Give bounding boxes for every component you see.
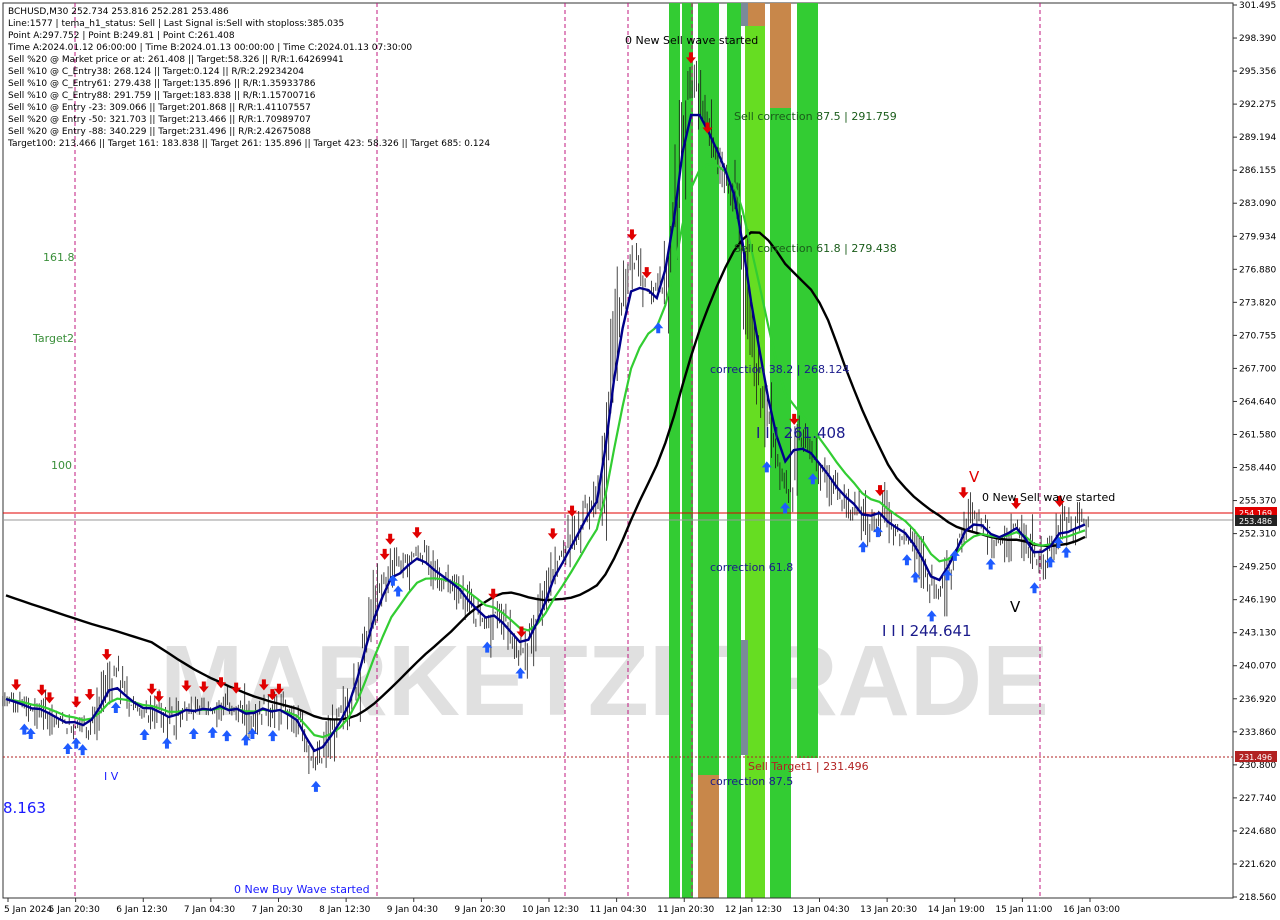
new-sell-wave-right: 0 New Sell wave started — [982, 491, 1115, 504]
info-line-10: Sell %20 @ Entry -88: 340.229 || Target:… — [8, 127, 311, 137]
y-tick-label: 224.680 — [1239, 827, 1276, 837]
y-tick-label: 276.880 — [1239, 265, 1276, 275]
x-tick-label: 13 Jan 20:30 — [860, 905, 917, 915]
symbol-line: BCHUSD,M30 252.734 253.816 252.281 253.4… — [8, 7, 229, 17]
info-line-9: Sell %20 @ Entry -50: 321.703 || Target:… — [8, 115, 311, 125]
x-tick-label: 9 Jan 20:30 — [454, 905, 506, 915]
y-tick-label: 295.356 — [1239, 67, 1276, 77]
x-tick-label: 12 Jan 12:30 — [725, 905, 782, 915]
grey-block-2 — [741, 640, 748, 755]
sell-correction-618: Sell correction 61.8 | 279.438 — [734, 242, 897, 255]
brown-block-3 — [698, 775, 719, 898]
y-tick-label: 233.860 — [1239, 728, 1276, 738]
y-tick-label: 221.620 — [1239, 860, 1276, 870]
x-tick-label: 11 Jan 04:30 — [590, 905, 647, 915]
fib-161-label: 161.8 — [43, 251, 75, 264]
info-line-4: Sell %20 @ Market price or at: 261.408 |… — [8, 55, 344, 65]
wave-v-top: V — [969, 468, 980, 486]
point-b-label: I I I 244.641 — [882, 622, 972, 640]
new-buy-wave: 0 New Buy Wave started — [234, 883, 370, 896]
green-band-4 — [727, 3, 741, 898]
y-tick-label: 230.800 — [1239, 761, 1276, 771]
y-tick-label: 283.090 — [1239, 199, 1276, 209]
brown-block-2 — [770, 3, 791, 108]
x-tick-label: 10 Jan 12:30 — [522, 905, 579, 915]
new-sell-wave-top: 0 New Sell wave started — [625, 34, 758, 47]
x-tick-label: 7 Jan 04:30 — [184, 905, 236, 915]
y-tick-label: 236.920 — [1239, 695, 1276, 705]
y-tick-label: 301.495 — [1239, 1, 1276, 11]
y-tick-label: 270.755 — [1239, 331, 1276, 341]
y-tick-label: 289.194 — [1239, 133, 1276, 143]
chart-background: MARKETZI TRADE — [2, 2, 1234, 899]
green-band-3 — [698, 3, 719, 898]
y-tick-label: 240.070 — [1239, 662, 1276, 672]
y-tick-label: 279.934 — [1239, 232, 1276, 242]
y-tick-label: 246.190 — [1239, 596, 1276, 606]
y-tick-label: 298.390 — [1239, 34, 1276, 44]
x-tick-label: 8 Jan 12:30 — [319, 905, 371, 915]
x-tick-label: 5 Jan 2024 — [4, 905, 52, 915]
grey-block-1 — [741, 3, 748, 26]
green-band-1 — [669, 3, 680, 898]
y-tick-label: 218.560 — [1239, 893, 1276, 903]
price-tag-dark: 253.486 — [1239, 517, 1272, 526]
y-tick-label: 264.640 — [1239, 397, 1276, 407]
x-tick-label: 11 Jan 20:30 — [657, 905, 714, 915]
x-tick-label: 7 Jan 20:30 — [252, 905, 304, 915]
y-tick-label: 292.275 — [1239, 100, 1276, 110]
sell-target1-label: Sell Target1 | 231.496 — [748, 760, 869, 773]
y-tick-label: 252.310 — [1239, 530, 1276, 540]
info-line-1: Line:1577 | tema_h1_status: Sell | Last … — [8, 19, 344, 29]
x-tick-label: 13 Jan 04:30 — [793, 905, 850, 915]
brown-block-1 — [748, 3, 765, 26]
correction-382: correction 38.2 | 268.124 — [710, 363, 849, 376]
y-tick-label: 227.740 — [1239, 794, 1276, 804]
x-tick-label: 6 Jan 12:30 — [116, 905, 168, 915]
low-value-label: 8.163 — [3, 799, 46, 817]
fib-100-label: 100 — [51, 459, 72, 472]
x-tick-label: 5 Jan 20:30 — [49, 905, 101, 915]
info-line-6: Sell %10 @ C_Entry61: 279.438 || Target:… — [8, 79, 316, 89]
watermark: MARKETZI TRADE — [160, 625, 1049, 737]
x-tick-label: 9 Jan 04:30 — [387, 905, 439, 915]
target2-label: Target2 — [32, 332, 74, 345]
y-tick-label: 286.155 — [1239, 166, 1276, 176]
x-tick-label: 15 Jan 11:00 — [995, 905, 1052, 915]
info-line-5: Sell %10 @ C_Entry38: 268.124 || Target:… — [8, 67, 304, 77]
price-tag-target: 231.496 — [1239, 753, 1272, 762]
info-line-8: Sell %10 @ Entry -23: 309.066 || Target:… — [8, 103, 311, 113]
correction-618: correction 61.8 — [710, 561, 793, 574]
x-tick-label: 16 Jan 03:00 — [1063, 905, 1120, 915]
y-tick-label: 261.580 — [1239, 430, 1276, 440]
y-tick-label: 249.250 — [1239, 563, 1276, 573]
info-line-11: Target100: 213.466 || Target 161: 183.83… — [7, 139, 490, 149]
y-tick-label: 267.700 — [1239, 364, 1276, 374]
correction-875: correction 87.5 — [710, 775, 793, 788]
y-tick-label: 273.820 — [1239, 298, 1276, 308]
point-c-label: I I I 261.408 — [756, 424, 846, 442]
sell-correction-875: Sell correction 87.5 | 291.759 — [734, 110, 897, 123]
wave-v-right: V — [1010, 598, 1021, 616]
x-tick-label: 14 Jan 19:00 — [928, 905, 985, 915]
y-tick-label: 258.440 — [1239, 464, 1276, 474]
price-chart: MARKETZI TRADE BCHUSD,M30 252.734 253.81… — [0, 0, 1280, 920]
wave-iv-label: I V — [104, 770, 119, 783]
y-tick-label: 255.370 — [1239, 497, 1276, 507]
info-line-2: Point A:297.752 | Point B:249.81 | Point… — [8, 31, 235, 41]
info-line-3: Time A:2024.01.12 06:00:00 | Time B:2024… — [7, 43, 412, 53]
info-line-7: Sell %10 @ C_Entry88: 291.759 || Target:… — [8, 91, 316, 101]
y-tick-label: 243.130 — [1239, 629, 1276, 639]
